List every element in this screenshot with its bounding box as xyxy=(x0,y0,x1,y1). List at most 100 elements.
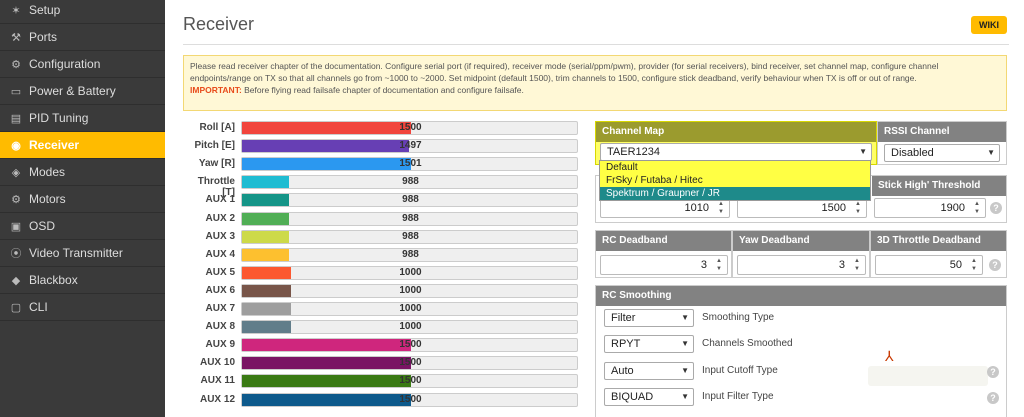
smoothing-select-value: Auto xyxy=(611,365,634,377)
rssi-value: Disabled xyxy=(891,147,934,159)
note-important-label: IMPORTANT: xyxy=(190,85,242,95)
blackbox-icon: ◆ xyxy=(11,274,21,287)
channel-map-input[interactable]: TAER1234 ▼ xyxy=(600,143,872,161)
channel-value: 1497 xyxy=(399,140,422,151)
sidebar-item-blackbox[interactable]: ◆ Blackbox xyxy=(0,267,165,294)
stick-high-input[interactable]: 1900 ▲ ▼ xyxy=(874,198,986,218)
channel-label: AUX 10 xyxy=(199,357,235,368)
channel-map-option[interactable]: Default xyxy=(600,161,870,174)
channel-bar: 1500 xyxy=(241,121,578,135)
sidebar-item-setup[interactable]: ✶ Setup xyxy=(0,0,165,24)
channel-label: AUX 9 xyxy=(205,339,235,350)
throttle-deadband-input[interactable]: 50 ▲ ▼ xyxy=(875,255,983,275)
channel-value: 988 xyxy=(402,231,419,242)
sidebar-item-power-battery[interactable]: ▭ Power & Battery xyxy=(0,78,165,105)
channel-bar: 988 xyxy=(241,212,578,226)
channel-value: 1500 xyxy=(399,339,422,350)
loading-overlay xyxy=(868,366,988,386)
sidebar-item-label: Configuration xyxy=(29,57,101,71)
channel-map-value: TAER1234 xyxy=(607,146,660,158)
channel-label: AUX 8 xyxy=(205,321,235,332)
sidebar-item-pid-tuning[interactable]: ▤ PID Tuning xyxy=(0,105,165,132)
channel-value: 988 xyxy=(402,213,419,224)
sidebar-item-configuration[interactable]: ⚙ Configuration xyxy=(0,51,165,78)
stepper-icon[interactable]: ▲ ▼ xyxy=(714,257,724,273)
smoothing-select[interactable]: RPYT ▼ xyxy=(604,335,694,353)
throttle-deadband-panel: 3D Throttle Deadband 50 ▲ ▼ ? xyxy=(870,230,1007,278)
channel-bar: 988 xyxy=(241,230,578,244)
throttle-deadband-value: 50 xyxy=(949,259,962,271)
help-icon[interactable]: ? xyxy=(990,202,1002,214)
stick-center-input[interactable]: 1500 ▲ ▼ xyxy=(737,198,867,218)
channel-map-option[interactable]: Spektrum / Graupner / JR xyxy=(600,187,870,200)
smoothing-label: Smoothing Type xyxy=(702,312,775,323)
yaw-deadband-input[interactable]: 3 ▲ ▼ xyxy=(737,255,866,275)
sidebar-item-label: Setup xyxy=(29,3,61,17)
stepper-icon[interactable]: ▲ ▼ xyxy=(972,200,982,216)
smoothing-select[interactable]: Filter ▼ xyxy=(604,309,694,327)
smoothing-select[interactable]: Auto ▼ xyxy=(604,362,694,380)
chevron-down-icon: ▼ xyxy=(681,366,689,375)
rc-deadband-input[interactable]: 3 ▲ ▼ xyxy=(600,255,728,275)
stepper-icon[interactable]: ▲ ▼ xyxy=(716,200,726,216)
channel-bar: 1000 xyxy=(241,320,578,334)
rc-smoothing-heading: RC Smoothing xyxy=(596,286,1006,306)
channel-label: AUX 3 xyxy=(205,231,235,242)
channel-map-option[interactable]: FrSky / Futaba / Hitec xyxy=(600,174,870,187)
sidebar-item-receiver[interactable]: ◉ Receiver xyxy=(0,132,165,159)
channel-label: AUX 1 xyxy=(205,194,235,205)
sidebar-item-cli[interactable]: ▢ CLI xyxy=(0,294,165,321)
sidebar-item-ports[interactable]: ⚒ Ports xyxy=(0,24,165,51)
battery-icon: ▭ xyxy=(10,85,22,98)
channel-label: AUX 5 xyxy=(205,267,235,278)
help-icon[interactable]: ? xyxy=(989,259,1001,271)
motor-icon: ⚙ xyxy=(11,193,21,206)
sliders-icon: ▤ xyxy=(10,112,22,125)
channel-value: 1501 xyxy=(399,158,422,169)
chevron-down-icon: ▼ xyxy=(987,148,995,157)
rc-deadband-panel: RC Deadband 3 ▲ ▼ xyxy=(595,230,732,278)
osd-icon: ▣ xyxy=(10,220,22,233)
help-icon[interactable]: ? xyxy=(987,392,999,404)
wrench-icon: ✶ xyxy=(11,4,21,17)
plug-icon: ⚒ xyxy=(11,31,21,44)
smoothing-label: Channels Smoothed xyxy=(702,338,793,349)
sidebar-item-osd[interactable]: ▣ OSD xyxy=(0,213,165,240)
sidebar-item-video-transmitter[interactable]: ⦿ Video Transmitter xyxy=(0,240,165,267)
help-icon[interactable]: ? xyxy=(987,366,999,378)
wiki-button[interactable]: WIKI xyxy=(971,16,1007,34)
stick-low-input[interactable]: 1010 ▲ ▼ xyxy=(600,198,730,218)
rc-smoothing-panel: RC Smoothing Filter ▼ Smoothing Type RPYT ▼ C… xyxy=(595,285,1007,417)
sidebar-item-modes[interactable]: ◈ Modes xyxy=(0,159,165,186)
smoothing-label: Input Filter Type xyxy=(702,391,774,402)
channel-value: 1500 xyxy=(399,122,422,133)
stepper-icon[interactable]: ▲ ▼ xyxy=(969,257,979,273)
channel-value: 1500 xyxy=(399,357,422,368)
mouse-cursor-icon: ⅄ xyxy=(885,348,894,364)
sidebar-item-motors[interactable]: ⚙ Motors xyxy=(0,186,165,213)
channel-value: 1500 xyxy=(399,394,422,405)
rc-deadband-heading: RC Deadband xyxy=(596,231,731,251)
channel-bar: 1000 xyxy=(241,284,578,298)
channel-map-dropdown: Default FrSky / Futaba / Hitec Spektrum / … xyxy=(599,160,871,201)
sidebar-item-label: Power & Battery xyxy=(29,84,116,98)
channel-label: AUX 7 xyxy=(205,303,235,314)
note-text: Please read receiver chapter of the docu… xyxy=(190,61,939,83)
rssi-select[interactable]: Disabled ▼ xyxy=(884,144,1000,162)
channel-bar: 1497 xyxy=(241,139,578,153)
smoothing-select[interactable]: BIQUAD ▼ xyxy=(604,388,694,406)
note-important-text: Before flying read failsafe chapter of d… xyxy=(241,85,524,95)
modes-icon: ◈ xyxy=(11,166,21,179)
sidebar-item-label: CLI xyxy=(29,300,48,314)
sidebar-item-label: Receiver xyxy=(29,138,80,152)
page-title: Receiver xyxy=(183,14,255,34)
sidebar-item-label: OSD xyxy=(29,219,56,233)
sidebar-item-label: Ports xyxy=(29,30,58,44)
stepper-icon[interactable]: ▲ ▼ xyxy=(852,257,862,273)
channel-value: 988 xyxy=(402,176,419,187)
channel-bar: 1500 xyxy=(241,338,578,352)
channel-map-panel: Channel Map TAER1234 ▼ xyxy=(595,121,877,165)
smoothing-label: Input Cutoff Type xyxy=(702,365,778,376)
stepper-icon[interactable]: ▲ ▼ xyxy=(853,200,863,216)
channel-value: 1000 xyxy=(399,321,422,332)
